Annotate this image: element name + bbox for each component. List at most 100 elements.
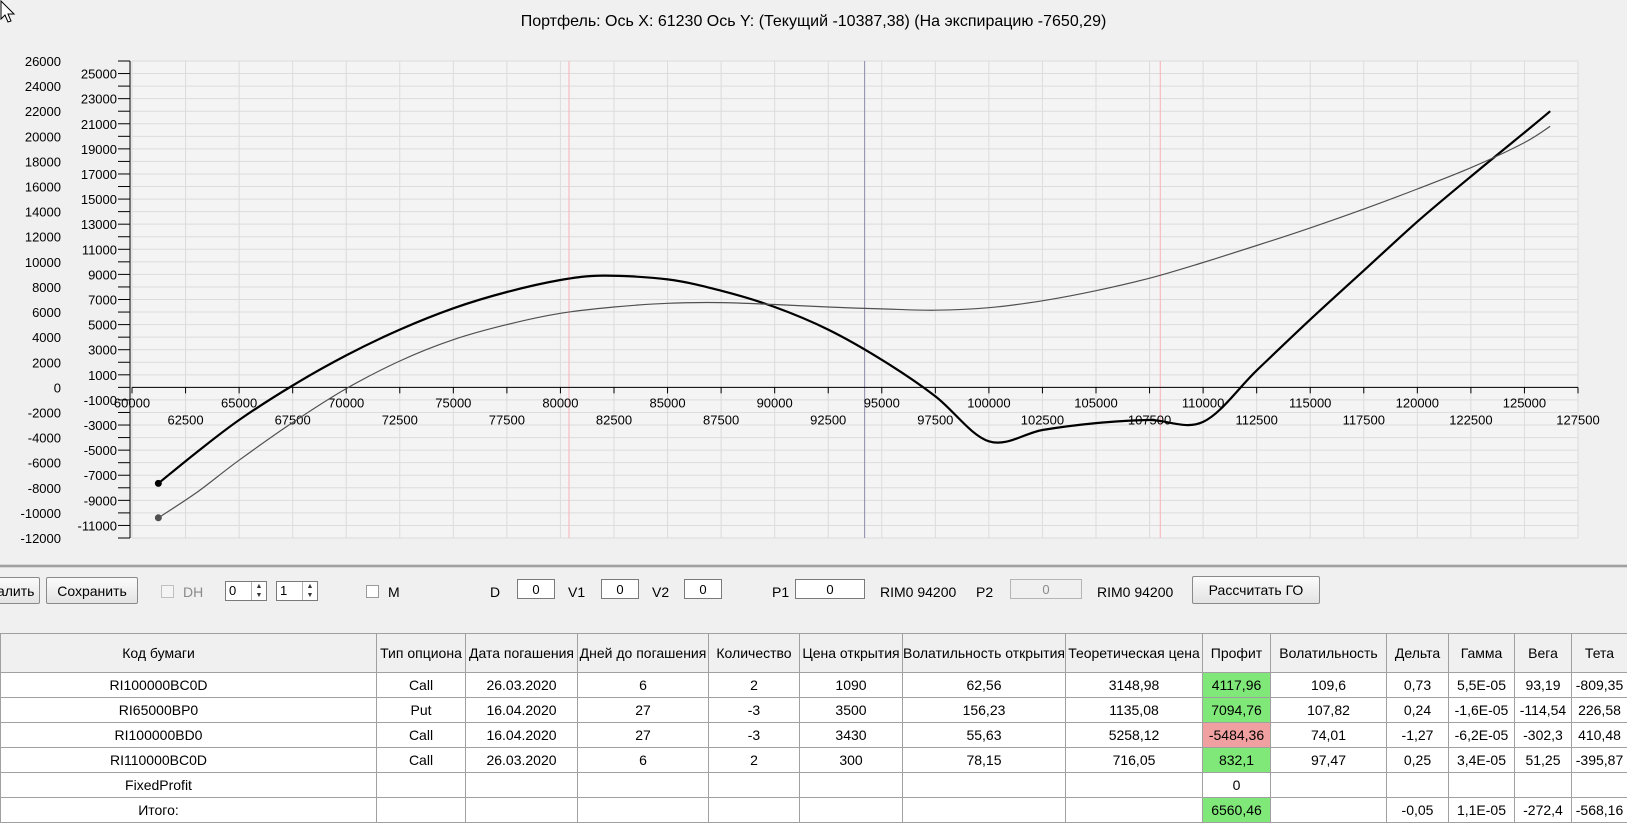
cell-theta[interactable]: -395,87 bbox=[1571, 747, 1627, 773]
save-button[interactable]: Сохранить bbox=[46, 577, 138, 604]
cell-gamma[interactable] bbox=[1448, 772, 1515, 798]
table-row[interactable]: FixedProfit 0 bbox=[0, 772, 1627, 798]
cell-open-vol[interactable]: 62,56 bbox=[902, 672, 1066, 698]
cell-days[interactable]: 27 bbox=[577, 722, 709, 748]
cell-vega[interactable]: -114,54 bbox=[1514, 697, 1572, 723]
cell-profit[interactable]: 6560,46 bbox=[1202, 797, 1271, 823]
cell-type[interactable]: Put bbox=[376, 697, 466, 723]
cell-profit[interactable]: 4117,96 bbox=[1202, 672, 1271, 698]
cell-type[interactable]: Call bbox=[376, 747, 466, 773]
col-header-expiry[interactable]: Дата погашения bbox=[465, 633, 578, 673]
table-row[interactable]: RI100000BC0D Call 26.03.2020 6 2 1090 62,56 314… bbox=[0, 672, 1627, 698]
cell-code[interactable]: RI100000BC0D bbox=[0, 672, 377, 698]
col-header-open-vol[interactable]: Волатильность открытия bbox=[902, 633, 1066, 673]
cell-quantity[interactable] bbox=[708, 772, 800, 798]
cell-delta[interactable]: -0,05 bbox=[1386, 797, 1449, 823]
cell-open-vol[interactable]: 156,23 bbox=[902, 697, 1066, 723]
cell-days[interactable]: 6 bbox=[577, 747, 709, 773]
cell-theta[interactable]: -568,16 bbox=[1571, 797, 1627, 823]
cell-gamma[interactable]: 1,1E-05 bbox=[1448, 797, 1515, 823]
cell-theta[interactable]: -809,35 bbox=[1571, 672, 1627, 698]
cell-open-vol[interactable]: 55,63 bbox=[902, 722, 1066, 748]
cell-gamma[interactable]: -6,2E-05 bbox=[1448, 722, 1515, 748]
cell-profit[interactable]: -5484,36 bbox=[1202, 722, 1271, 748]
cell-code[interactable]: RI110000BC0D bbox=[0, 747, 377, 773]
spin-1[interactable]: 1 ▲ ▼ bbox=[276, 581, 318, 601]
cell-open-price[interactable]: 1090 bbox=[799, 672, 903, 698]
cell-open-vol[interactable] bbox=[902, 772, 1066, 798]
cell-open-vol[interactable]: 78,15 bbox=[902, 747, 1066, 773]
cell-theta[interactable]: 226,58 bbox=[1571, 697, 1627, 723]
v2-input[interactable] bbox=[684, 579, 722, 599]
cell-volatility[interactable] bbox=[1270, 797, 1387, 823]
cell-profit[interactable]: 0 bbox=[1202, 772, 1271, 798]
cell-volatility[interactable] bbox=[1270, 772, 1387, 798]
cell-code[interactable]: RI100000BD0 bbox=[0, 722, 377, 748]
cell-days[interactable]: 27 bbox=[577, 697, 709, 723]
cell-days[interactable] bbox=[577, 797, 709, 823]
cell-theo-price[interactable]: 5258,12 bbox=[1065, 722, 1203, 748]
cell-vega[interactable]: 51,25 bbox=[1514, 747, 1572, 773]
cell-expiry[interactable]: 16.04.2020 bbox=[465, 697, 578, 723]
p2-input[interactable] bbox=[1010, 579, 1082, 599]
p1-input[interactable] bbox=[795, 579, 865, 599]
cell-gamma[interactable]: 3,4E-05 bbox=[1448, 747, 1515, 773]
cell-delta[interactable] bbox=[1386, 772, 1449, 798]
spin-1-arrows-icon[interactable]: ▲ ▼ bbox=[302, 582, 317, 600]
cell-expiry[interactable] bbox=[465, 797, 578, 823]
cell-open-price[interactable]: 300 bbox=[799, 747, 903, 773]
cell-volatility[interactable]: 74,01 bbox=[1270, 722, 1387, 748]
cell-expiry[interactable] bbox=[465, 772, 578, 798]
cell-code[interactable]: FixedProfit bbox=[0, 772, 377, 798]
cell-theta[interactable]: 410,48 bbox=[1571, 722, 1627, 748]
cell-volatility[interactable]: 109,6 bbox=[1270, 672, 1387, 698]
cell-days[interactable]: 6 bbox=[577, 672, 709, 698]
cell-theta[interactable] bbox=[1571, 772, 1627, 798]
cell-volatility[interactable]: 107,82 bbox=[1270, 697, 1387, 723]
cell-quantity[interactable]: 2 bbox=[708, 747, 800, 773]
payoff-chart-panel[interactable]: Портфель: Ось X: 61230 Ось Y: (Текущий -… bbox=[0, 0, 1627, 565]
col-header-profit[interactable]: Профит bbox=[1202, 633, 1271, 673]
col-header-quantity[interactable]: Количество bbox=[708, 633, 800, 673]
cell-open-price[interactable]: 3430 bbox=[799, 722, 903, 748]
cell-open-vol[interactable] bbox=[902, 797, 1066, 823]
cell-theo-price[interactable]: 3148,98 bbox=[1065, 672, 1203, 698]
cell-delta[interactable]: 0,24 bbox=[1386, 697, 1449, 723]
cell-quantity[interactable]: -3 bbox=[708, 722, 800, 748]
v1-input[interactable] bbox=[601, 579, 639, 599]
cell-open-price[interactable]: 3500 bbox=[799, 697, 903, 723]
cell-profit[interactable]: 7094,76 bbox=[1202, 697, 1271, 723]
cell-open-price[interactable] bbox=[799, 797, 903, 823]
spin-0-arrows-icon[interactable]: ▲ ▼ bbox=[251, 582, 266, 600]
table-row[interactable]: RI65000BP0 Put 16.04.2020 27 -3 3500 156,23 113… bbox=[0, 697, 1627, 723]
cell-quantity[interactable]: -3 bbox=[708, 697, 800, 723]
cell-expiry[interactable]: 26.03.2020 bbox=[465, 672, 578, 698]
cell-profit[interactable]: 832,1 bbox=[1202, 747, 1271, 773]
cell-vega[interactable]: -302,3 bbox=[1514, 722, 1572, 748]
cell-vega[interactable]: -272,4 bbox=[1514, 797, 1572, 823]
table-row[interactable]: Итого: 6560,46 -0,05 1,1E-05 -272,4 -568,16 bbox=[0, 797, 1627, 823]
cell-days[interactable] bbox=[577, 772, 709, 798]
col-header-type[interactable]: Тип опциона bbox=[376, 633, 466, 673]
cell-expiry[interactable]: 16.04.2020 bbox=[465, 722, 578, 748]
cell-delta[interactable]: -1,27 bbox=[1386, 722, 1449, 748]
dh-checkbox[interactable] bbox=[161, 585, 174, 598]
m-checkbox[interactable] bbox=[366, 585, 379, 598]
cell-code[interactable]: RI65000BP0 bbox=[0, 697, 377, 723]
cell-type[interactable] bbox=[376, 797, 466, 823]
cell-gamma[interactable]: -1,6E-05 bbox=[1448, 697, 1515, 723]
cell-type[interactable]: Call bbox=[376, 672, 466, 698]
delete-button[interactable]: Удалить bbox=[0, 577, 40, 604]
cell-theo-price[interactable] bbox=[1065, 772, 1203, 798]
col-header-code[interactable]: Код бумаги bbox=[0, 633, 377, 673]
cell-vega[interactable] bbox=[1514, 772, 1572, 798]
table-row[interactable]: RI110000BC0D Call 26.03.2020 6 2 300 78,15 716,… bbox=[0, 747, 1627, 773]
col-header-days[interactable]: Дней до погашения bbox=[577, 633, 709, 673]
panel-splitter[interactable] bbox=[0, 564, 1627, 568]
cell-vega[interactable]: 93,19 bbox=[1514, 672, 1572, 698]
cell-type[interactable] bbox=[376, 772, 466, 798]
col-header-volatility[interactable]: Волатильность bbox=[1270, 633, 1387, 673]
cell-gamma[interactable]: 5,5E-05 bbox=[1448, 672, 1515, 698]
cell-delta[interactable]: 0,73 bbox=[1386, 672, 1449, 698]
table-row[interactable]: RI100000BD0 Call 16.04.2020 27 -3 3430 55,63 52… bbox=[0, 722, 1627, 748]
